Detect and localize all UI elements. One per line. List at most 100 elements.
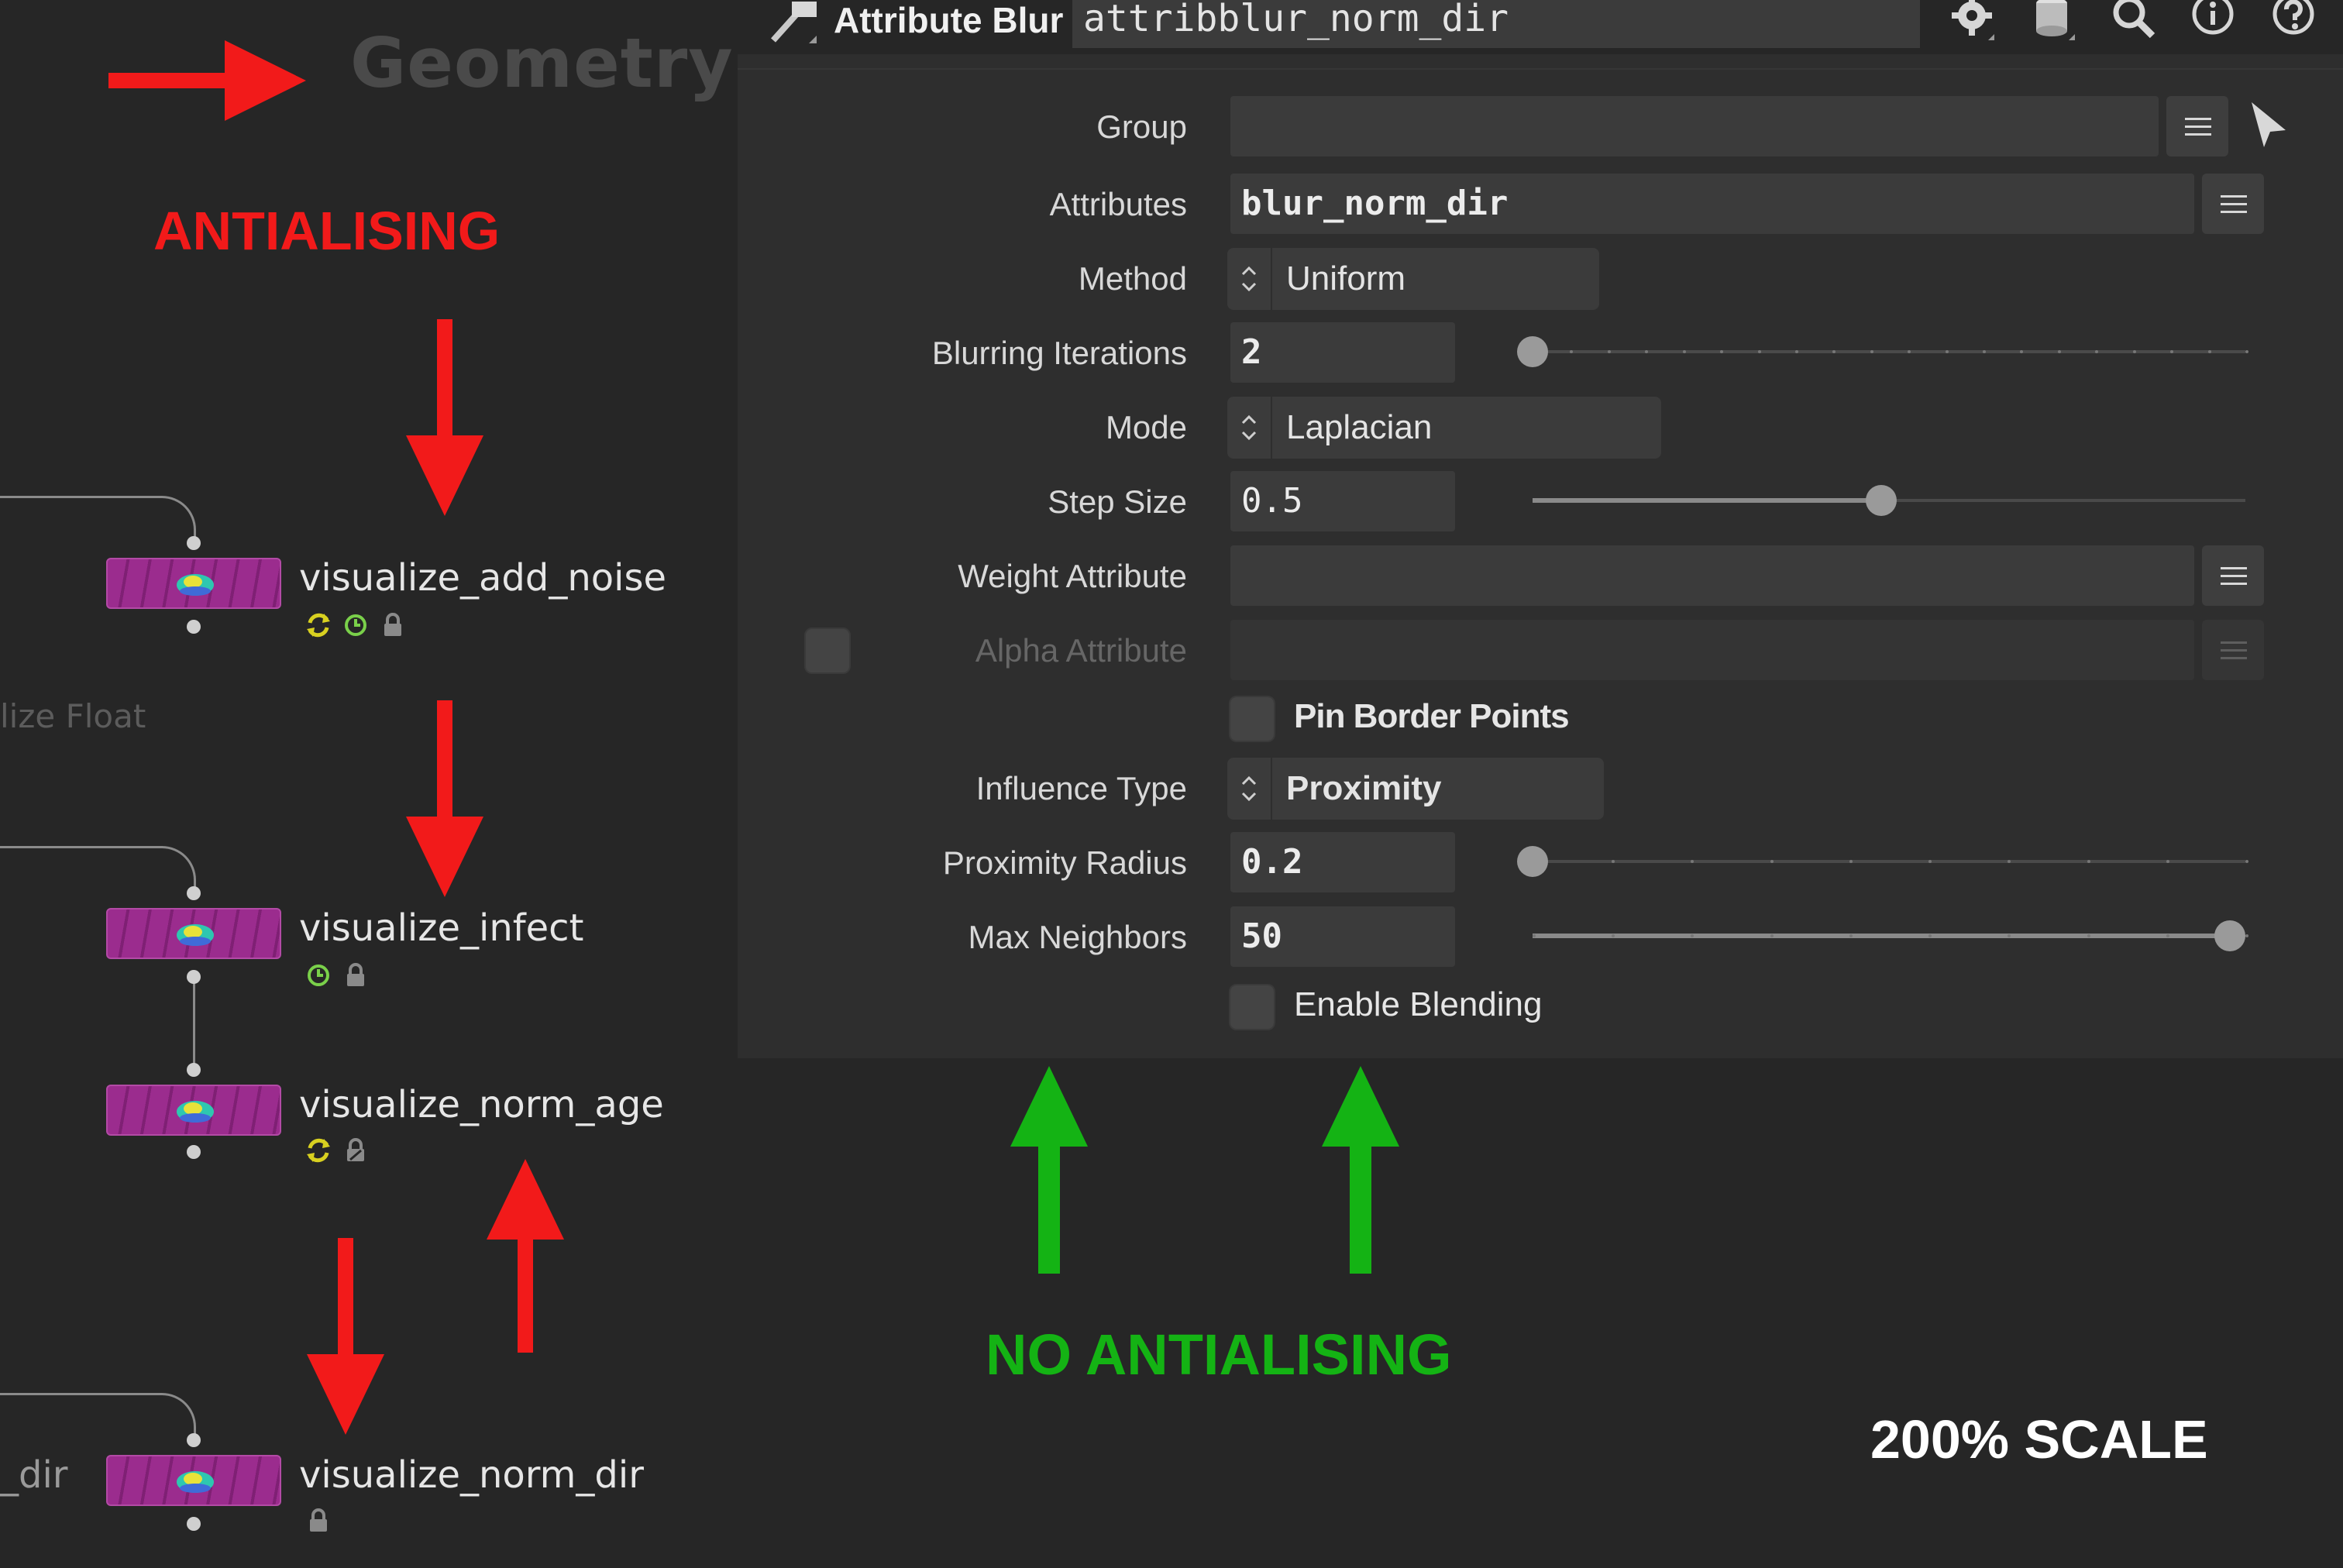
- node-visualize-norm-dir[interactable]: [106, 1455, 281, 1506]
- node-input-connector[interactable]: [187, 1063, 201, 1077]
- node-input-connector[interactable]: [187, 1433, 201, 1447]
- pin-border-points-label: Pin Border Points: [1294, 697, 1570, 735]
- node-output-connector[interactable]: [187, 970, 201, 984]
- slider-tick: [1849, 934, 1853, 937]
- no-antialiasing-note: NO ANTIALISING: [986, 1322, 1452, 1387]
- slider-tick: [2166, 860, 2169, 863]
- proximity-radius-input[interactable]: 0.2: [1230, 832, 1455, 892]
- slider-knob[interactable]: [1517, 336, 1548, 367]
- node-name-field[interactable]: attribblur_norm_dir: [1072, 0, 1920, 48]
- lock-icon: [347, 963, 364, 986]
- param-label-influence-type: Influence Type: [975, 770, 1187, 806]
- slider-tick: [1794, 350, 1798, 353]
- node-visualize-infect[interactable]: [106, 908, 281, 959]
- slider-tick: [2245, 350, 2248, 353]
- node-label: visualize_norm_dir: [299, 1453, 644, 1497]
- red-arrow-down: [406, 319, 483, 516]
- scale-note: 200% SCALE: [1870, 1409, 2208, 1470]
- connection-wire: [0, 496, 196, 545]
- slider-fill: [1533, 934, 2230, 938]
- group-menu-button[interactable]: [2166, 96, 2228, 156]
- weight-attribute-menu-button[interactable]: [2202, 545, 2264, 606]
- influence-type-value: Proximity: [1286, 769, 1442, 807]
- alpha-attribute-menu-button: [2202, 620, 2264, 680]
- weight-attribute-input[interactable]: [1230, 545, 2194, 606]
- clock-icon: [308, 965, 329, 986]
- proximity-radius-slider[interactable]: [1486, 834, 2261, 888]
- node-label: visualize_add_noise: [299, 556, 666, 600]
- slider-track[interactable]: [1533, 860, 2245, 863]
- node-visualize-add-noise[interactable]: [106, 558, 281, 609]
- slider-tick: [2166, 934, 2169, 937]
- step-size-slider[interactable]: [1486, 473, 2261, 527]
- slider-tick: [2087, 934, 2090, 937]
- max-neighbors-input[interactable]: 50: [1230, 906, 1455, 967]
- slider-knob[interactable]: [1517, 846, 1548, 877]
- node-output-connector[interactable]: [187, 620, 201, 634]
- slider-tick: [1757, 350, 1761, 353]
- lower-annotation-area: NO ANTIALISING 200% SCALE: [738, 1058, 2343, 1568]
- slider-tick: [1770, 860, 1774, 863]
- connection-wire: [0, 846, 196, 895]
- node-output-connector[interactable]: [187, 1517, 201, 1531]
- node-input-connector[interactable]: [187, 886, 201, 900]
- slider-knob[interactable]: [1866, 485, 1897, 516]
- blurring-iterations-slider[interactable]: [1486, 324, 2261, 378]
- ghost-node-label: lize Float: [0, 697, 146, 735]
- param-label-alpha-attribute: Alpha Attribute: [975, 632, 1187, 669]
- method-dropdown[interactable]: Uniform: [1227, 248, 1599, 310]
- attributes-input[interactable]: blur_norm_dir: [1230, 174, 2194, 234]
- up-down-chevron-icon: [1241, 758, 1272, 820]
- node-output-connector[interactable]: [187, 1145, 201, 1159]
- param-label-proximity-radius: Proximity Radius: [942, 844, 1187, 881]
- pin-border-points-checkbox[interactable]: [1229, 696, 1275, 742]
- node-label: visualize_infect: [299, 906, 584, 950]
- group-input[interactable]: [1230, 96, 2159, 156]
- attributes-menu-button[interactable]: [2202, 174, 2264, 234]
- influence-type-dropdown[interactable]: Proximity: [1227, 758, 1604, 820]
- gear-icon[interactable]: [1946, 0, 2001, 46]
- enable-blending-checkbox[interactable]: [1229, 984, 1275, 1030]
- slider-tick: [1533, 934, 1536, 937]
- antialiasing-note: ANTIALISING: [153, 201, 501, 261]
- header-divider: [738, 68, 2343, 70]
- slider-track[interactable]: [1533, 350, 2245, 353]
- cylinder-icon[interactable]: [2027, 0, 2081, 46]
- alpha-attribute-input: [1230, 620, 2194, 680]
- step-size-input[interactable]: 0.5: [1230, 471, 1455, 531]
- slider-knob[interactable]: [2214, 920, 2245, 951]
- param-label-max-neighbors: Max Neighbors: [968, 919, 1187, 955]
- slider-tick: [2087, 860, 2090, 863]
- attribute-blur-node-icon: [771, 2, 817, 43]
- max-neighbors-slider[interactable]: [1486, 908, 2261, 962]
- slider-tick: [1682, 350, 1686, 353]
- connection-wire: [193, 978, 195, 1069]
- green-arrow-up: [1010, 1066, 1088, 1274]
- context-title: Geometry: [350, 23, 734, 103]
- node-label: visualize_norm_age: [299, 1083, 664, 1126]
- network-view[interactable]: Geometry ANTIALISING lize Float _dir vis…: [0, 0, 738, 1568]
- node-input-connector[interactable]: [187, 536, 201, 550]
- slider-tick: [1849, 860, 1853, 863]
- geometry-icon: [177, 1101, 214, 1123]
- blurring-iterations-input[interactable]: 2: [1230, 322, 1455, 383]
- node-type-label: Attribute Blur: [834, 0, 1064, 40]
- mode-dropdown[interactable]: Laplacian: [1227, 397, 1661, 459]
- param-label-mode: Mode: [1105, 409, 1187, 445]
- info-icon[interactable]: [2188, 0, 2242, 46]
- method-value: Uniform: [1286, 260, 1406, 297]
- node-visualize-norm-age[interactable]: [106, 1085, 281, 1136]
- search-icon[interactable]: [2107, 0, 2162, 46]
- help-icon[interactable]: [2269, 0, 2323, 46]
- parameter-editor: Attribute Blur attribblur_norm_dir Group…: [738, 0, 2343, 1058]
- select-arrow-icon[interactable]: [2247, 98, 2290, 152]
- connection-wire: [0, 1393, 196, 1442]
- up-down-chevron-icon: [1241, 248, 1272, 310]
- red-arrow-down: [307, 1238, 384, 1435]
- slider-tick: [1870, 350, 1873, 353]
- slider-tick: [1770, 934, 1774, 937]
- ghost-node-label: _dir: [0, 1453, 68, 1497]
- geometry-icon: [177, 574, 214, 596]
- lock-soft-icon: [347, 1138, 364, 1161]
- slider-tick: [2245, 934, 2248, 937]
